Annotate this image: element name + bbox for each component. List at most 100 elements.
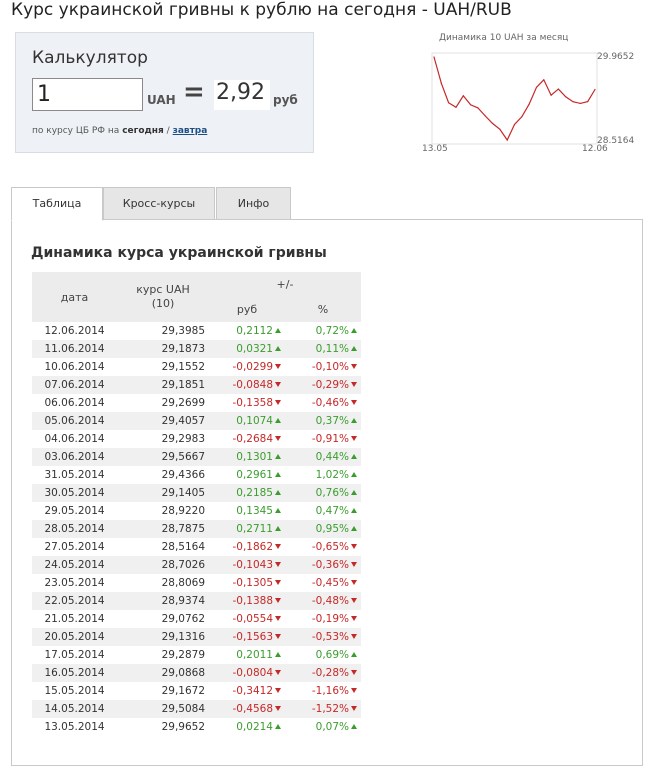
col-pct-header: % (285, 297, 361, 322)
change-rub-cell: -0,1862 (209, 538, 285, 556)
rate-cell-value: 29,1552 (161, 361, 205, 373)
date-cell: 22.05.2014 (32, 592, 117, 610)
arrow-down-icon (351, 616, 357, 621)
date-cell: 20.05.2014 (32, 628, 117, 646)
rate-cell-value: 28,5164 (161, 541, 205, 553)
change-rub-cell: 0,1301 (209, 448, 285, 466)
change-pct-cell-value: 1,02% (315, 469, 349, 481)
date-cell-value: 07.06.2014 (44, 379, 105, 391)
change-rub-cell: -0,1388 (209, 592, 285, 610)
table-row: 30.05.2014 29,1405 0,2185 0,76% (32, 484, 361, 502)
rate-point (448, 102, 450, 104)
change-rub-cell-value: -0,4568 (232, 703, 273, 715)
date-cell: 13.05.2014 (32, 718, 117, 736)
rate-cell: 29,4366 (117, 466, 209, 484)
date-cell-value: 14.05.2014 (44, 703, 105, 715)
arrow-up-icon (351, 508, 357, 513)
change-pct-cell-value: 0,37% (315, 415, 349, 427)
rate-cell: 28,9220 (117, 502, 209, 520)
change-rub-cell-value: 0,0214 (236, 721, 273, 733)
change-pct-cell: -0,36% (285, 556, 361, 574)
arrow-up-icon (351, 418, 357, 423)
col-change-header: +/- (209, 272, 361, 297)
change-pct-cell: -0,19% (285, 610, 361, 628)
change-pct-cell-value: 0,44% (315, 451, 349, 463)
date-cell: 07.06.2014 (32, 376, 117, 394)
rate-cell-value: 29,1672 (161, 685, 205, 697)
from-currency-label: UAH (147, 93, 176, 107)
table-row: 29.05.2014 28,9220 0,1345 0,47% (32, 502, 361, 520)
rate-point (433, 56, 435, 58)
rate-point (506, 139, 508, 141)
date-cell: 14.05.2014 (32, 700, 117, 718)
change-rub-cell: -0,1305 (209, 574, 285, 592)
change-pct-cell: -0,91% (285, 430, 361, 448)
date-cell-value: 13.05.2014 (44, 721, 105, 733)
change-pct-cell-value: -1,16% (311, 685, 349, 697)
arrow-up-icon (275, 454, 281, 459)
arrow-down-icon (351, 436, 357, 441)
change-pct-cell: 1,02% (285, 466, 361, 484)
change-rub-cell-value: -0,0804 (232, 667, 273, 679)
col-date-header: дата (32, 272, 117, 322)
rate-cell-value: 28,8069 (161, 577, 205, 589)
tomorrow-link[interactable]: завтра (173, 126, 208, 136)
amount-input[interactable] (32, 78, 143, 111)
mini-chart-frame (431, 52, 598, 145)
rate-point (462, 95, 464, 97)
change-rub-cell-value: 0,2961 (236, 469, 273, 481)
arrow-down-icon (351, 688, 357, 693)
change-rub-cell: 0,1074 (209, 412, 285, 430)
change-rub-cell-value: 0,2185 (236, 487, 273, 499)
rate-cell: 29,1405 (117, 484, 209, 502)
change-rub-cell: 0,1345 (209, 502, 285, 520)
tab-cross-rates[interactable]: Кросс-курсы (103, 187, 215, 220)
arrow-up-icon (275, 526, 281, 531)
arrow-down-icon (275, 616, 281, 621)
change-pct-cell-value: -0,28% (311, 667, 349, 679)
date-cell: 31.05.2014 (32, 466, 117, 484)
change-pct-cell-value: -0,46% (311, 397, 349, 409)
change-pct-cell: -0,48% (285, 592, 361, 610)
table-row: 12.06.2014 29,3985 0,2112 0,72% (32, 322, 361, 340)
change-rub-cell-value: -0,3412 (232, 685, 273, 697)
arrow-up-icon (275, 328, 281, 333)
change-pct-cell: -0,53% (285, 628, 361, 646)
rate-point (528, 103, 530, 105)
rate-cell: 28,9374 (117, 592, 209, 610)
arrow-up-icon (351, 724, 357, 729)
date-cell-value: 21.05.2014 (44, 613, 105, 625)
change-pct-cell: 0,95% (285, 520, 361, 538)
date-cell-value: 04.06.2014 (44, 433, 105, 445)
tab-table[interactable]: Таблица (11, 187, 103, 221)
rate-cell-value: 29,2879 (161, 649, 205, 661)
arrow-down-icon (351, 562, 357, 567)
tab-info[interactable]: Инфо (216, 187, 291, 220)
arrow-down-icon (351, 400, 357, 405)
change-rub-cell: -0,1358 (209, 394, 285, 412)
date-cell: 04.06.2014 (32, 430, 117, 448)
change-pct-cell: 0,72% (285, 322, 361, 340)
arrow-up-icon (275, 508, 281, 513)
date-cell-value: 29.05.2014 (44, 505, 105, 517)
change-pct-cell: -0,65% (285, 538, 361, 556)
change-rub-cell: 0,2711 (209, 520, 285, 538)
change-rub-cell: -0,2684 (209, 430, 285, 448)
col-rate-header-line1: курс UAH (136, 283, 190, 296)
change-rub-cell: -0,1563 (209, 628, 285, 646)
rate-cell-value: 29,9652 (161, 721, 205, 733)
table-row: 05.06.2014 29,4057 0,1074 0,37% (32, 412, 361, 430)
arrow-down-icon (275, 580, 281, 585)
rate-cell: 29,0868 (117, 664, 209, 682)
change-pct-cell-value: -0,19% (311, 613, 349, 625)
table-row: 16.05.2014 29,0868 -0,0804 -0,28% (32, 664, 361, 682)
rate-point (587, 101, 589, 103)
change-rub-cell-value: -0,2684 (232, 433, 273, 445)
arrow-up-icon (275, 472, 281, 477)
change-pct-cell: -0,46% (285, 394, 361, 412)
rate-cell: 29,4057 (117, 412, 209, 430)
arrow-down-icon (275, 436, 281, 441)
change-pct-cell-value: 0,76% (315, 487, 349, 499)
rate-cell-value: 29,3985 (161, 325, 205, 337)
arrow-up-icon (275, 346, 281, 351)
